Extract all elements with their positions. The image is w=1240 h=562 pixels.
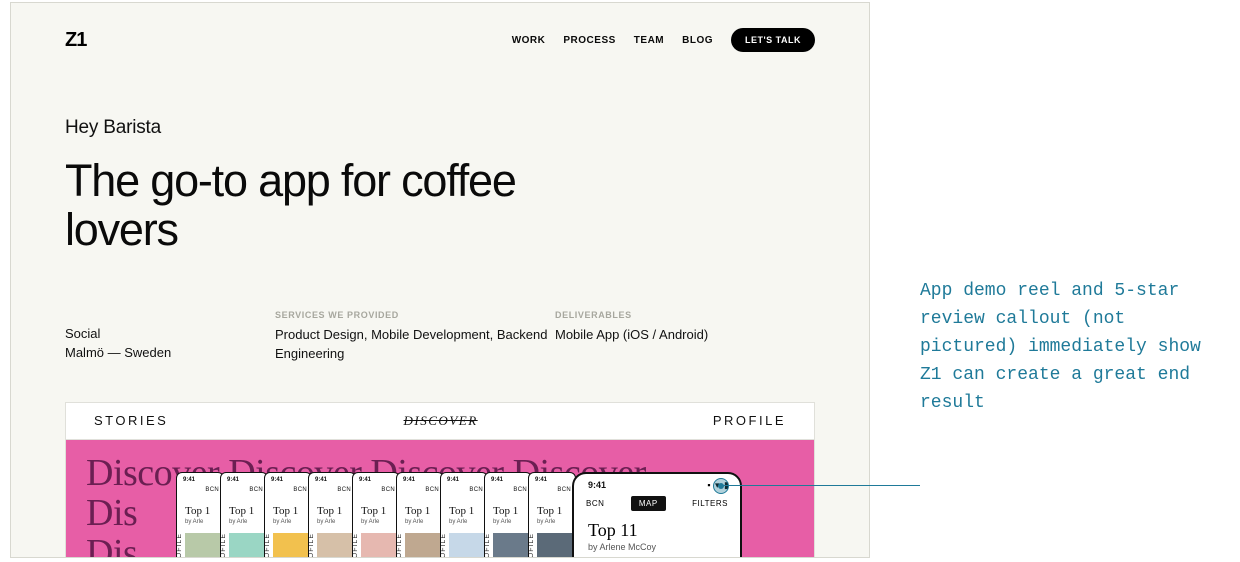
case-study-header: Hey Barista The go-to app for coffee lov… bbox=[11, 59, 869, 364]
phone-thumb bbox=[317, 533, 355, 558]
phone-mockup: 9:41 BCN Top 1 by Arle PROFILE bbox=[308, 472, 356, 558]
phone-side-label: PROFILE bbox=[440, 533, 447, 558]
phone-city: BCN bbox=[205, 487, 219, 493]
phone-byline: by Arle bbox=[449, 519, 467, 525]
phone-mockup: 9:41 BCN Top 1 by Arle PROFILE bbox=[352, 472, 400, 558]
category: Social bbox=[65, 325, 275, 344]
nav-process[interactable]: PROCESS bbox=[563, 35, 615, 46]
phone-title: Top 11 bbox=[588, 520, 638, 541]
phone-mockup: 9:41 BCN Top 1 by Arle PROFILE bbox=[440, 472, 488, 558]
phone-mockup: 9:41 BCN Top 1 by Arle PROFILE bbox=[264, 472, 312, 558]
phone-byline: by Arle bbox=[361, 519, 379, 525]
page-title: The go-to app for coffee lovers bbox=[65, 157, 585, 254]
phone-city: BCN bbox=[293, 487, 307, 493]
page-frame: Z1 WORK PROCESS TEAM BLOG LET'S TALK Hey… bbox=[10, 2, 870, 558]
phone-time: 9:41 bbox=[359, 477, 371, 483]
phone-strip: 9:41 BCN Top 1 by Arle PROFILE 9:41 BCN … bbox=[176, 472, 738, 558]
phone-title: Top 1 bbox=[493, 505, 518, 517]
phone-side-label: PROFILE bbox=[528, 533, 535, 558]
phone-title: Top 1 bbox=[537, 505, 562, 517]
site-header: Z1 WORK PROCESS TEAM BLOG LET'S TALK bbox=[11, 3, 869, 59]
tab-profile[interactable]: PROFILE bbox=[713, 413, 786, 428]
phone-byline: by Arle bbox=[273, 519, 291, 525]
meta-row: Social Malmö — Sweden SERVICES WE PROVID… bbox=[65, 310, 815, 364]
showcase-tabbar: STORIES DISCOVER PROFILE bbox=[66, 403, 814, 440]
lets-talk-button[interactable]: LET'S TALK bbox=[731, 28, 815, 52]
app-showcase: STORIES DISCOVER PROFILE Discover Discov… bbox=[65, 402, 815, 558]
phone-side-label: PROFILE bbox=[220, 533, 227, 558]
phone-byline: by Arlene McCoy bbox=[588, 542, 656, 552]
phone-time: 9:41 bbox=[447, 477, 459, 483]
nav-team[interactable]: TEAM bbox=[634, 35, 664, 46]
phone-city: BCN bbox=[337, 487, 351, 493]
phone-side-label: PROFILE bbox=[264, 533, 271, 558]
phone-city: BCN bbox=[586, 499, 604, 508]
phone-mockup: 9:41 BCN Top 1 by Arle PROFILE bbox=[528, 472, 576, 558]
services-label: SERVICES WE PROVIDED bbox=[275, 310, 555, 320]
phone-city: BCN bbox=[513, 487, 527, 493]
phone-title: Top 1 bbox=[317, 505, 342, 517]
phone-title: Top 1 bbox=[449, 505, 474, 517]
phone-time: 9:41 bbox=[271, 477, 283, 483]
phone-side-label: PROFILE bbox=[176, 533, 183, 558]
phone-thumb bbox=[405, 533, 443, 558]
logo[interactable]: Z1 bbox=[65, 29, 86, 52]
phone-title: Top 1 bbox=[185, 505, 210, 517]
phone-side-label: PROFILE bbox=[308, 533, 315, 558]
location: Malmö — Sweden bbox=[65, 344, 275, 363]
nav-work[interactable]: WORK bbox=[512, 35, 546, 46]
phone-time: 9:41 bbox=[403, 477, 415, 483]
project-name: Hey Barista bbox=[65, 117, 815, 139]
phone-byline: by Arle bbox=[405, 519, 423, 525]
phone-city: BCN bbox=[469, 487, 483, 493]
services-value: Product Design, Mobile Development, Back… bbox=[275, 326, 555, 364]
filters-label[interactable]: FILTERS bbox=[692, 499, 728, 508]
phone-mockup: 9:41 BCN Top 1 by Arle PROFILE bbox=[396, 472, 444, 558]
phone-side-label: PROFILE bbox=[352, 533, 359, 558]
deliverables-value: Mobile App (iOS / Android) bbox=[555, 326, 815, 345]
deliverables-label: DELIVERABLES bbox=[555, 310, 815, 320]
phone-thumb bbox=[361, 533, 399, 558]
phone-thumb bbox=[493, 533, 531, 558]
tab-stories[interactable]: STORIES bbox=[94, 413, 168, 428]
phone-city: BCN bbox=[557, 487, 571, 493]
phone-time: 9:41 bbox=[491, 477, 503, 483]
phone-city: BCN bbox=[381, 487, 395, 493]
tab-discover[interactable]: DISCOVER bbox=[404, 413, 478, 429]
phone-mockup: 9:41 BCN Top 1 by Arle PROFILE bbox=[176, 472, 224, 558]
phone-time: 9:41 bbox=[227, 477, 239, 483]
annotation-marker bbox=[713, 478, 729, 494]
phone-thumb bbox=[185, 533, 223, 558]
phone-mockup: 9:41 BCN Top 1 by Arle PROFILE bbox=[220, 472, 268, 558]
phone-time: 9:41 bbox=[315, 477, 327, 483]
phone-byline: by Arle bbox=[537, 519, 555, 525]
pink-backdrop: Discover Discover Discover Discover Dis … bbox=[66, 440, 814, 558]
phone-time: 9:41 bbox=[535, 477, 547, 483]
phone-thumb bbox=[273, 533, 311, 558]
annotation-leader-line bbox=[720, 485, 920, 486]
phone-city: BCN bbox=[249, 487, 263, 493]
map-pill[interactable]: MAP bbox=[631, 496, 666, 511]
phone-side-label: PROFILE bbox=[396, 533, 403, 558]
phone-thumb bbox=[537, 533, 575, 558]
phone-byline: by Arle bbox=[493, 519, 511, 525]
nav-blog[interactable]: BLOG bbox=[682, 35, 713, 46]
phone-byline: by Arle bbox=[229, 519, 247, 525]
phone-title: Top 1 bbox=[273, 505, 298, 517]
phone-mockup: 9:41 BCN Top 1 by Arle PROFILE bbox=[484, 472, 532, 558]
phone-title: Top 1 bbox=[229, 505, 254, 517]
annotation-text: App demo reel and 5-star review callout … bbox=[920, 278, 1220, 417]
phone-byline: by Arle bbox=[317, 519, 335, 525]
phone-byline: by Arle bbox=[185, 519, 203, 525]
phone-title: Top 1 bbox=[405, 505, 430, 517]
phone-time: 9:41 bbox=[588, 480, 606, 490]
phone-city: BCN bbox=[425, 487, 439, 493]
phone-side-label: PROFILE bbox=[484, 533, 491, 558]
phone-title: Top 1 bbox=[361, 505, 386, 517]
phone-time: 9:41 bbox=[183, 477, 195, 483]
phone-thumb bbox=[449, 533, 487, 558]
phone-thumb bbox=[229, 533, 267, 558]
primary-nav: WORK PROCESS TEAM BLOG LET'S TALK bbox=[512, 28, 815, 52]
